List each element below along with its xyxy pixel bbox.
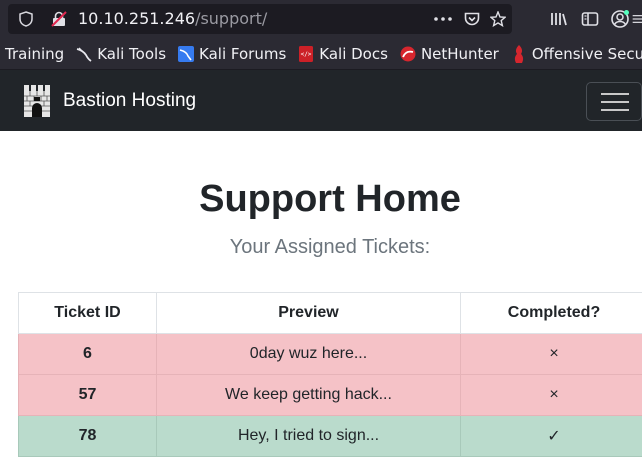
insecure-lock-icon[interactable] bbox=[48, 4, 70, 34]
ticket-preview-cell[interactable]: We keep getting hack... bbox=[156, 374, 461, 416]
bookmark-label: NetHunter bbox=[420, 44, 499, 63]
table-header-row: Ticket ID Preview Completed? bbox=[18, 292, 642, 334]
ticket-id-cell: 6 bbox=[18, 333, 157, 375]
bookmark-label: Kali Forums bbox=[199, 44, 287, 63]
column-header-completed: Completed? bbox=[460, 292, 642, 334]
site-navbar: Bastion Hosting bbox=[0, 70, 642, 131]
library-icon[interactable] bbox=[545, 4, 573, 34]
url-text[interactable]: 10.10.251.246/support/ bbox=[78, 4, 267, 34]
hamburger-icon bbox=[601, 109, 629, 111]
bookmark-offensive-security[interactable]: Offensive Security bbox=[511, 44, 642, 63]
bookmark-label: Kali Docs bbox=[319, 44, 388, 63]
table-row[interactable]: 6 0day wuz here... × bbox=[18, 333, 642, 375]
tickets-table: Ticket ID Preview Completed? 6 0day wuz … bbox=[18, 292, 642, 457]
ticket-id-cell: 57 bbox=[18, 374, 157, 416]
bookmark-kali-docs[interactable]: </> Kali Docs bbox=[298, 45, 388, 63]
page-title: Support Home bbox=[199, 178, 461, 220]
hamburger-icon bbox=[601, 93, 629, 95]
bookmark-kali-tools[interactable]: Kali Tools bbox=[76, 45, 166, 63]
bookmark-training[interactable]: Training bbox=[5, 45, 64, 63]
column-header-preview: Preview bbox=[156, 292, 461, 334]
kali-docs-icon: </> bbox=[298, 45, 314, 62]
ticket-id-cell: 78 bbox=[18, 415, 157, 457]
url-bar[interactable]: 10.10.251.246/support/ bbox=[8, 4, 512, 34]
bookmark-star-icon[interactable] bbox=[486, 4, 510, 34]
menu-icon[interactable] bbox=[632, 4, 642, 34]
castle-icon[interactable] bbox=[22, 83, 52, 117]
pocket-icon[interactable] bbox=[460, 4, 484, 34]
bookmark-kali-forums[interactable]: Kali Forums bbox=[178, 45, 286, 63]
offsec-icon bbox=[511, 44, 527, 63]
more-icon[interactable] bbox=[430, 4, 456, 34]
url-host: 10.10.251.246 bbox=[78, 9, 196, 28]
bookmark-nethunter[interactable]: NetHunter bbox=[400, 45, 499, 63]
kali-dragon-icon bbox=[76, 46, 92, 62]
sidebar-icon[interactable] bbox=[576, 4, 604, 34]
ticket-preview-cell[interactable]: 0day wuz here... bbox=[156, 333, 461, 375]
ticket-completed-cell: ✓ bbox=[460, 415, 642, 457]
brand-name[interactable]: Bastion Hosting bbox=[63, 70, 196, 131]
ticket-preview-cell[interactable]: Hey, I tried to sign... bbox=[156, 415, 461, 457]
bookmark-label: Training bbox=[5, 44, 65, 63]
nethunter-icon bbox=[400, 46, 416, 62]
kali-forums-icon bbox=[178, 45, 195, 62]
browser-toolbar: 10.10.251.246/support/ bbox=[0, 0, 642, 38]
navbar-toggler-button[interactable] bbox=[586, 82, 642, 121]
ticket-completed-cell: × bbox=[460, 374, 642, 416]
page-subtitle: Your Assigned Tickets: bbox=[229, 236, 431, 258]
ticket-completed-cell: × bbox=[460, 333, 642, 375]
shield-icon[interactable] bbox=[14, 4, 38, 34]
column-header-ticket-id: Ticket ID bbox=[18, 292, 157, 334]
account-icon[interactable] bbox=[606, 4, 634, 34]
bookmark-label: Kali Tools bbox=[97, 44, 167, 63]
table-row[interactable]: 78 Hey, I tried to sign... ✓ bbox=[18, 415, 642, 457]
svg-text:</>: </> bbox=[301, 51, 312, 58]
bookmark-label: Offensive Security bbox=[531, 44, 642, 63]
url-path: /support/ bbox=[195, 9, 268, 28]
bookmarks-toolbar: Training Kali Tools Kali Forums </> Kali… bbox=[0, 38, 642, 70]
table-row[interactable]: 57 We keep getting hack... × bbox=[18, 374, 642, 416]
hamburger-icon bbox=[601, 101, 629, 103]
